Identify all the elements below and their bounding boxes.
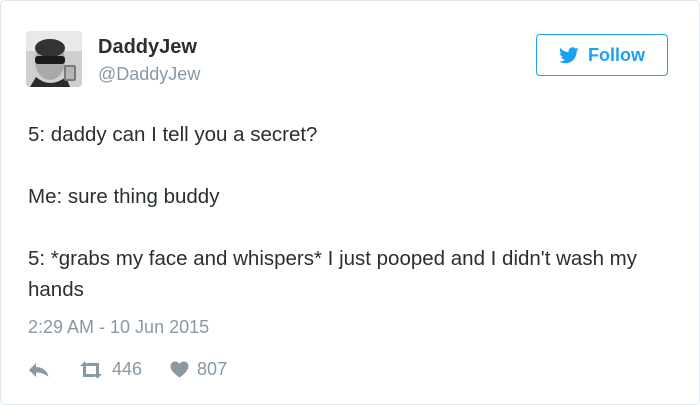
- heart-icon: [170, 361, 189, 378]
- avatar[interactable]: [26, 31, 82, 87]
- twitter-bird-icon: [559, 46, 579, 64]
- tweet-actions: 446 807: [28, 359, 227, 380]
- reply-button[interactable]: [28, 362, 50, 378]
- user-handle[interactable]: @DaddyJew: [98, 62, 200, 86]
- avatar-image: [26, 31, 82, 87]
- tweet-card: DaddyJew @DaddyJew Follow 5: daddy can I…: [0, 0, 700, 405]
- display-name[interactable]: DaddyJew: [98, 35, 200, 59]
- user-identity: DaddyJew @DaddyJew: [98, 35, 200, 86]
- retweet-icon: [78, 361, 104, 379]
- follow-button[interactable]: Follow: [536, 34, 668, 76]
- retweet-count: 446: [112, 359, 143, 379]
- tweet-timestamp[interactable]: 2:29 AM - 10 Jun 2015: [28, 317, 209, 338]
- follow-button-label: Follow: [588, 44, 645, 65]
- tweet-header: DaddyJew @DaddyJew: [26, 31, 200, 87]
- tweet-text: 5: daddy can I tell you a secret? Me: su…: [28, 123, 637, 301]
- retweet-button[interactable]: 446: [78, 359, 142, 380]
- like-button[interactable]: 807: [170, 359, 227, 380]
- reply-arrow-icon: [28, 362, 50, 378]
- like-count: 807: [197, 359, 228, 379]
